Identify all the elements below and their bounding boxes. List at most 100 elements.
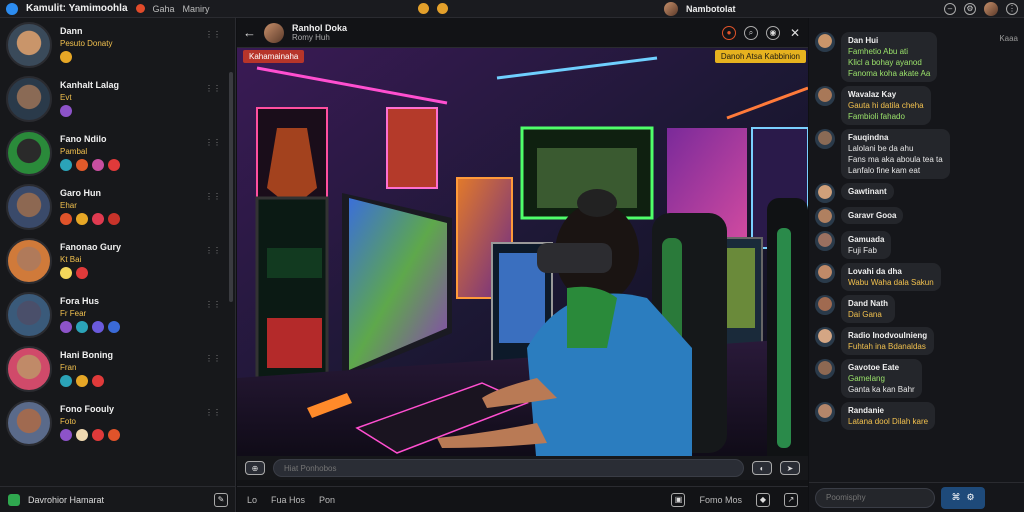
translate-icon[interactable]: ⌘ (951, 492, 960, 503)
back-arrow-icon[interactable]: ← (243, 25, 256, 40)
message-bubble: Gavotoe Eate Gamelang Ganta ka kan Bahr (841, 359, 922, 398)
attach-icon[interactable]: ⊕ (245, 461, 265, 475)
more-icon[interactable]: ⋮ (1006, 2, 1018, 15)
message-item[interactable]: Radio Inodvoulnieng Fuhtah ina Bdanaldas (809, 325, 1024, 357)
message-author: Fauqindna (848, 133, 889, 142)
message-avatar[interactable] (815, 32, 835, 52)
message-avatar[interactable] (815, 129, 835, 149)
message-item[interactable]: Dand Nath Dai Gana (809, 293, 1024, 325)
message-avatar[interactable] (815, 295, 835, 315)
close-icon[interactable]: ✕ (788, 26, 802, 40)
message-avatar[interactable] (815, 183, 835, 203)
contact-item[interactable]: Fanonao Gury Kt Bai ⋮⋮ (0, 234, 235, 288)
message-item[interactable]: Dan Hui Famhetio Abu ati Klicl a bohay aya… (809, 30, 1024, 84)
compose-icon[interactable]: ✎ (214, 492, 228, 507)
message-avatar[interactable] (815, 207, 835, 227)
message-line: Klicl a bohay ayanod (848, 58, 922, 67)
chat-avatar[interactable] (264, 22, 284, 43)
message-avatar[interactable] (815, 359, 835, 379)
contact-avatar[interactable] (6, 238, 52, 284)
message-item[interactable]: Fauqindna Lalolani be da ahu Fans ma aka a… (809, 127, 1024, 181)
chat-input[interactable] (273, 459, 744, 477)
message-line: Lanfalo fine kam eat (848, 166, 921, 175)
contact-avatar[interactable] (6, 22, 52, 68)
messages-actions[interactable]: ⌘ ⚙ (941, 486, 985, 509)
settings-icon[interactable]: ⚙ (966, 492, 974, 503)
gallery-icon[interactable]: ▣ (671, 492, 686, 507)
messages-input[interactable] (815, 487, 935, 508)
message-item[interactable]: Gavotoe Eate Gamelang Ganta ka kan Bahr (809, 357, 1024, 400)
contact-item[interactable]: Dann Pesuto Donaty ⋮⋮ (0, 18, 235, 72)
gift-icon[interactable]: ◆ (756, 492, 770, 507)
contact-avatar[interactable] (6, 76, 52, 122)
menu-item-gaha[interactable]: Gaha (153, 4, 175, 14)
message-avatar[interactable] (815, 86, 835, 106)
contact-item[interactable]: Fora Hus Fr Fear ⋮⋮ (0, 288, 235, 342)
message-bubble: Dand Nath Dai Gana (841, 295, 895, 323)
contact-item[interactable]: Kanhalt Lalag Evt ⋮⋮ (0, 72, 235, 126)
contact-name: Kanhalt Lalag (60, 80, 120, 90)
menu-item-maniry[interactable]: Maniry (183, 4, 210, 14)
chat-input-row: ⊕ ◐ ➤ (237, 456, 808, 480)
contact-menu-icon[interactable]: ⋮⋮ (205, 30, 221, 39)
contact-menu-icon[interactable]: ⋮⋮ (205, 192, 221, 201)
message-item[interactable]: Wavalaz Kay Gauta hi datila cheha Fambioli… (809, 84, 1024, 127)
reaction-emoji-icon (92, 159, 104, 171)
message-line: Dai Gana (848, 310, 882, 319)
mic-icon[interactable]: ◐ (752, 461, 772, 475)
contact-item[interactable]: Hani Boning Fran ⋮⋮ (0, 342, 235, 396)
contact-menu-icon[interactable]: ⋮⋮ (205, 246, 221, 255)
notification-icon[interactable] (418, 3, 430, 14)
footer-item-fua-hos[interactable]: Fua Hos (271, 495, 305, 505)
contact-menu-icon[interactable]: ⋮⋮ (205, 354, 221, 363)
share-icon[interactable]: ↗ (784, 492, 798, 507)
message-avatar[interactable] (815, 327, 835, 347)
message-avatar[interactable] (815, 402, 835, 422)
reaction-emoji-icon (76, 321, 88, 333)
stream-video[interactable]: Kahamainaha Danoh Atsa Kabbinion (237, 48, 808, 468)
record-icon[interactable]: ● (722, 25, 736, 40)
footer-item-pon[interactable]: Pon (319, 495, 335, 505)
message-item[interactable]: Randanie Latana dool Dilah kare (809, 400, 1024, 432)
search-icon[interactable]: ⌕ (744, 25, 758, 40)
messages-panel: Kaaa Dan Hui Famhetio Abu ati Klicl a boha… (809, 18, 1024, 512)
reaction-emoji-icon (92, 429, 104, 441)
contact-menu-icon[interactable]: ⋮⋮ (205, 300, 221, 309)
message-item[interactable]: Gamuada Fuji Fab (809, 229, 1024, 261)
contact-avatar[interactable] (6, 400, 52, 446)
contact-avatar[interactable] (6, 346, 52, 392)
contacts-scrollbar[interactable] (229, 72, 233, 302)
message-author: Gavotoe Eate (848, 363, 900, 372)
message-line: Lalolani be da ahu (848, 144, 914, 153)
emoji-icon[interactable] (437, 3, 449, 14)
footer-right-label[interactable]: Fomo Mos (699, 495, 742, 505)
settings-icon[interactable]: ⚙ (964, 2, 976, 15)
message-author: Gamuada (848, 235, 885, 244)
camera-icon[interactable]: ◉ (766, 25, 780, 40)
contact-item[interactable]: Garo Hun Ehar ⋮⋮ (0, 180, 235, 234)
contact-menu-icon[interactable]: ⋮⋮ (205, 408, 221, 417)
contact-item[interactable]: Fono Foouly Foto ⋮⋮ (0, 396, 235, 450)
user-avatar[interactable] (664, 1, 679, 16)
footer-item-lo[interactable]: Lo (247, 495, 257, 505)
minimize-icon[interactable]: – (944, 2, 956, 15)
message-item[interactable]: Garavr Gooa (809, 205, 1024, 229)
contact-avatar[interactable] (6, 130, 52, 176)
message-line: Latana dool Dilah kare (848, 417, 929, 426)
chat-header: ← Ranhol Doka Romy Huh ● ⌕ ◉ ✕ (237, 18, 808, 48)
message-author: Dand Nath (848, 299, 888, 308)
contact-menu-icon[interactable]: ⋮⋮ (205, 138, 221, 147)
sidebar-footer-label[interactable]: Davrohior Hamarat (28, 495, 104, 505)
message-avatar[interactable] (815, 231, 835, 251)
message-avatar[interactable] (815, 263, 835, 283)
contact-avatar[interactable] (6, 184, 52, 230)
app-logo-icon (6, 2, 18, 15)
send-icon[interactable]: ➤ (780, 461, 800, 475)
profile-avatar[interactable] (984, 1, 998, 16)
contact-avatar[interactable] (6, 292, 52, 338)
message-item[interactable]: Lovahi da dha Wabu Waha dala Sakun (809, 261, 1024, 293)
contact-item[interactable]: Fano Ndilo Pambal ⋮⋮ (0, 126, 235, 180)
message-item[interactable]: Gawtinant (809, 181, 1024, 205)
reaction-emoji-icon (60, 159, 72, 171)
contact-menu-icon[interactable]: ⋮⋮ (205, 84, 221, 93)
